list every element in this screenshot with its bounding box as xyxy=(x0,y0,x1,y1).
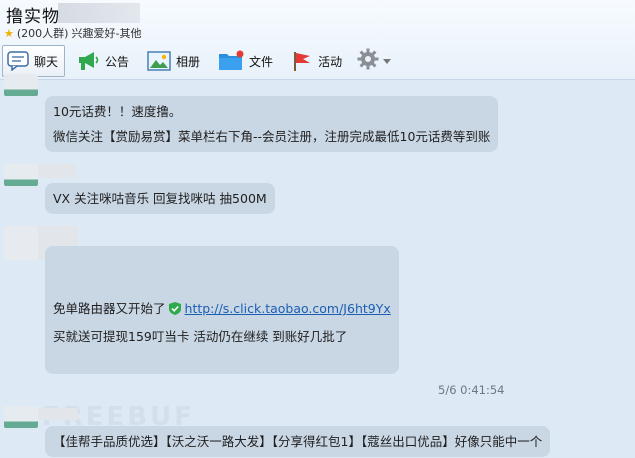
tab-files-label: 文件 xyxy=(249,54,274,69)
tab-chat[interactable]: 聊天 xyxy=(2,45,66,77)
chat-icon xyxy=(7,51,29,71)
avatar[interactable] xyxy=(4,226,38,260)
tab-announcement[interactable]: 公告 xyxy=(69,45,136,77)
message-bubble: 【佳帮手品质优选】【沃之沃一路大发】【分享得红包1】【蔻丝出口优品】好像只能中一… xyxy=(45,426,551,457)
message-text: 免单路由器又开始了 xyxy=(53,301,166,316)
message-line: 微信关注【赏励易赏】菜单栏右下角--会员注册，注册完成最低10元话费等到账 xyxy=(53,129,491,144)
group-category: 兴趣爱好-其他 xyxy=(71,27,142,40)
settings-button[interactable] xyxy=(353,48,395,74)
folder-icon xyxy=(218,50,244,72)
message-timestamp: 5/6 0:41:54 xyxy=(438,383,505,397)
message-line: VX 关注咪咕音乐 回复找咪咕 抽500M xyxy=(53,191,267,206)
avatar[interactable] xyxy=(4,406,38,428)
redacted-name-suffix xyxy=(58,3,140,23)
tab-announcement-label: 公告 xyxy=(105,54,130,69)
sender-name xyxy=(38,164,76,178)
message-line: 买就送可提现159叮当卡 活动仍在继续 到账好几批了 xyxy=(53,329,348,344)
message-line: 【佳帮手品质优选】【沃之沃一路大发】【分享得红包1】【蔻丝出口优品】好像只能中一… xyxy=(53,434,543,449)
message-line: 免单路由器又开始了 http://s.click.taobao.com/J6ht9… xyxy=(53,296,391,324)
message-link[interactable]: http://s.click.taobao.com/J6ht9Yx xyxy=(185,301,391,316)
chat-area[interactable]: 10元话费！！速度撸。 微信关注【赏励易赏】菜单栏右下角--会员注册，注册完成最… xyxy=(0,74,635,458)
message-bubble: VX 关注咪咕音乐 回复找咪咕 抽500M xyxy=(45,183,275,214)
avatar[interactable] xyxy=(4,164,38,186)
tab-album-label: 相册 xyxy=(176,54,201,69)
flag-icon xyxy=(291,50,313,72)
avatar[interactable] xyxy=(4,74,38,96)
star-icon: ★ xyxy=(4,26,14,40)
chevron-down-icon xyxy=(383,58,392,64)
chat-header: 撸实物 ★ (200人群) 兴趣爱好-其他 聊天 公告 相册 文件 活动 xyxy=(0,0,635,80)
gear-icon xyxy=(357,48,379,74)
sender-name xyxy=(38,408,78,420)
tab-chat-label: 聊天 xyxy=(34,54,59,69)
tab-album[interactable]: 相册 xyxy=(140,45,207,77)
message-bubble: 免单路由器又开始了 http://s.click.taobao.com/J6ht9… xyxy=(45,246,399,374)
message-line: 10元话费！！速度撸。 xyxy=(53,104,182,119)
member-count: (200人群) xyxy=(16,27,69,40)
tab-activity[interactable]: 活动 xyxy=(284,45,349,77)
toolbar: 聊天 公告 相册 文件 活动 xyxy=(2,44,395,78)
verified-check-icon xyxy=(168,299,182,324)
tab-files[interactable]: 文件 xyxy=(211,45,280,77)
announcement-icon xyxy=(76,50,100,72)
group-meta: ★ (200人群) 兴趣爱好-其他 xyxy=(4,25,141,41)
album-icon xyxy=(147,50,171,72)
tab-activity-label: 活动 xyxy=(318,54,343,69)
message-bubble: 10元话费！！速度撸。 微信关注【赏励易赏】菜单栏右下角--会员注册，注册完成最… xyxy=(45,96,499,152)
group-name: 撸实物 xyxy=(6,7,60,27)
